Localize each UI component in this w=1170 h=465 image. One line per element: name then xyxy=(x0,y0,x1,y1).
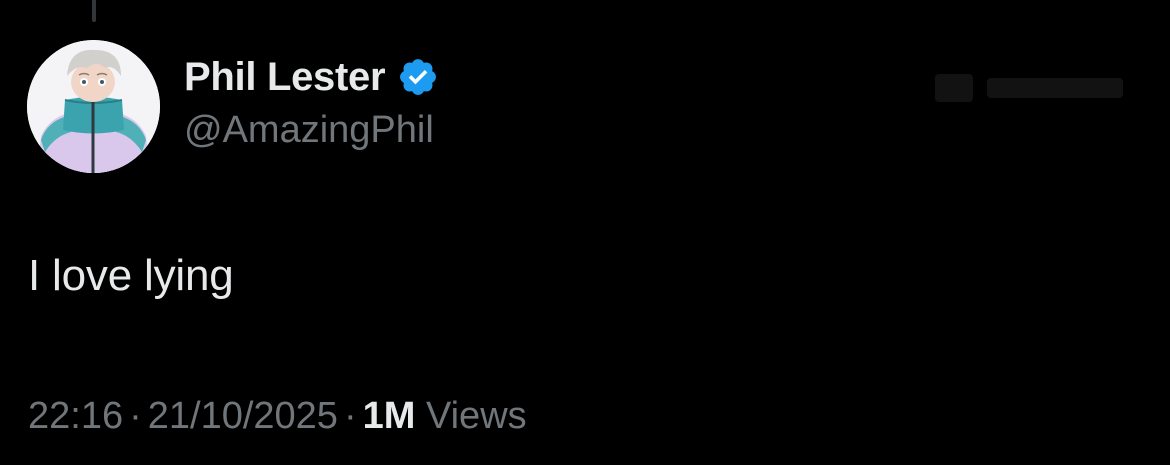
tweet-date[interactable]: 21/10/2025 xyxy=(148,395,338,437)
author-handle[interactable]: @AmazingPhil xyxy=(184,106,439,154)
views-label[interactable]: Views xyxy=(426,395,527,437)
tweet-time[interactable]: 22:16 xyxy=(28,395,123,437)
verified-badge-icon[interactable] xyxy=(397,56,439,98)
avatar-image xyxy=(27,40,160,173)
author-name-row: Phil Lester xyxy=(184,52,439,102)
avatar[interactable] xyxy=(27,40,160,173)
meta-separator: · xyxy=(129,395,142,437)
faint-overlay-mark xyxy=(935,68,1125,108)
thread-connector-line xyxy=(92,0,96,22)
tweet-meta: 22:16 · 21/10/2025 · 1M Views xyxy=(28,392,527,440)
meta-separator: · xyxy=(343,395,357,437)
author-display-name[interactable]: Phil Lester xyxy=(184,52,386,102)
views-count[interactable]: 1M xyxy=(363,395,416,437)
tweet-author[interactable]: Phil Lester @AmazingPhil xyxy=(184,52,439,154)
tweet-text: I love lying xyxy=(28,251,234,300)
